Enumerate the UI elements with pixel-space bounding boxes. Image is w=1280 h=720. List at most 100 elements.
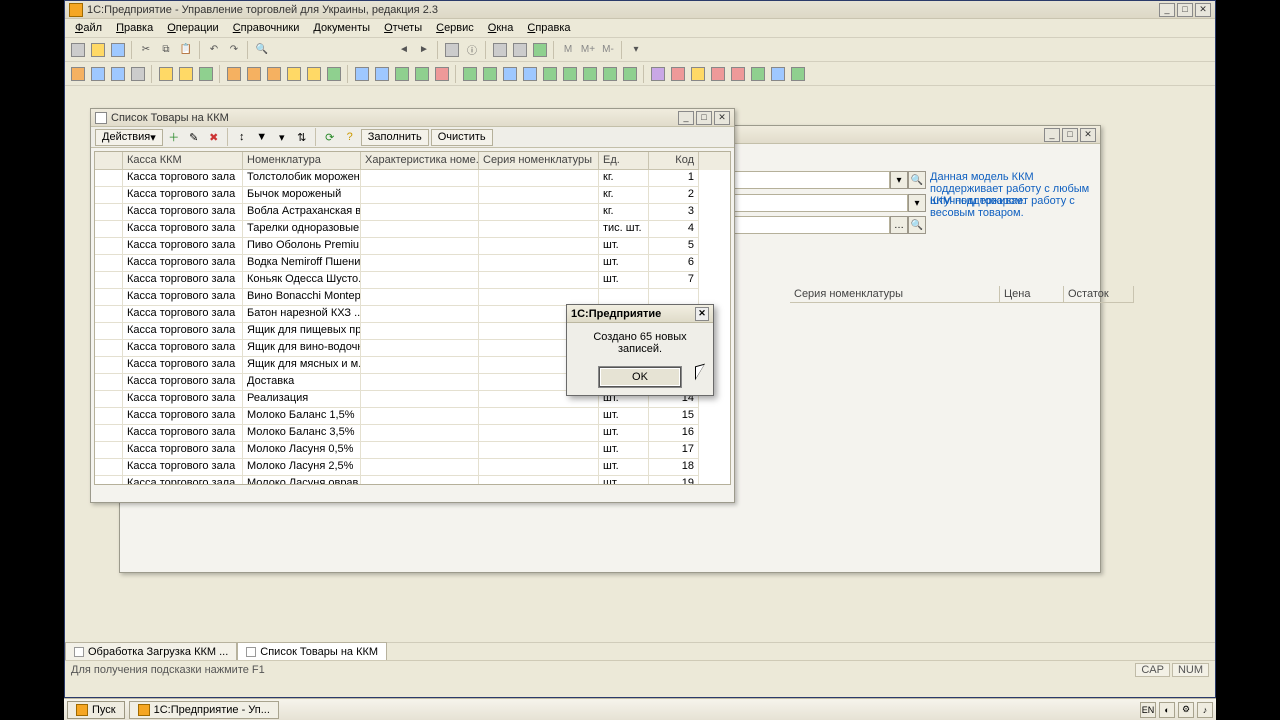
column-header[interactable] (95, 152, 123, 170)
tb2-icon[interactable] (177, 65, 195, 83)
table-row[interactable]: Касса торгового залаБычок мороженыйкг.2 (95, 187, 730, 204)
tb-dropdown-icon[interactable]: ▾ (627, 41, 645, 59)
table-row[interactable]: Касса торгового залаТолстолобик морожен.… (95, 170, 730, 187)
start-button[interactable]: Пуск (67, 701, 125, 719)
close-button[interactable]: ✕ (1195, 3, 1211, 17)
column-header[interactable]: Код (649, 152, 699, 170)
tb2-icon[interactable] (285, 65, 303, 83)
column-header[interactable]: Ед. (599, 152, 649, 170)
back-close-button[interactable]: ✕ (1080, 128, 1096, 142)
tray-icon[interactable]: ◐ (1159, 702, 1175, 718)
menu-item[interactable]: Операции (161, 21, 224, 35)
field-3-lookup[interactable]: 🔍 (908, 216, 926, 234)
table-row[interactable]: Касса торгового залаВобла Астраханская в… (95, 204, 730, 221)
menu-item[interactable]: Справочники (227, 21, 306, 35)
dialog-close-button[interactable]: ✕ (695, 307, 709, 321)
tb-icon[interactable] (491, 41, 509, 59)
field-2[interactable] (710, 194, 908, 212)
table-row[interactable]: Касса торгового залаКоньяк Одесса Шусто.… (95, 272, 730, 289)
field-3[interactable] (710, 216, 890, 234)
window-tab[interactable]: Список Товары на ККМ (237, 642, 387, 660)
menu-item[interactable]: Окна (482, 21, 520, 35)
table-row[interactable]: Касса торгового залаМолоко Ласуня 0,5%шт… (95, 442, 730, 459)
column-header[interactable]: Касса ККМ (123, 152, 243, 170)
open-icon[interactable] (89, 41, 107, 59)
column-header[interactable]: Номенклатура (243, 152, 361, 170)
tb2-icon[interactable] (265, 65, 283, 83)
list-minimize-button[interactable]: _ (678, 111, 694, 125)
tb2-icon[interactable] (541, 65, 559, 83)
window-tab[interactable]: Обработка Загрузка ККМ ... (65, 642, 237, 660)
model-lookup-button[interactable]: 🔍 (908, 171, 926, 189)
tray-icon[interactable]: ⚙ (1178, 702, 1194, 718)
lang-indicator[interactable]: EN (1140, 702, 1156, 718)
refresh-icon[interactable]: ⟳ (321, 129, 339, 146)
tb2-icon[interactable] (769, 65, 787, 83)
list-close-button[interactable]: ✕ (714, 111, 730, 125)
tb2-icon[interactable] (373, 65, 391, 83)
undo-icon[interactable]: ↶ (205, 41, 223, 59)
copy-icon[interactable]: ⧉ (157, 41, 175, 59)
tb2-icon[interactable] (129, 65, 147, 83)
col-h[interactable]: Цена (1000, 286, 1064, 303)
new-icon[interactable] (69, 41, 87, 59)
tb2-icon[interactable] (225, 65, 243, 83)
tray-icon[interactable]: ♪ (1197, 702, 1213, 718)
tb2-icon[interactable] (709, 65, 727, 83)
tb2-icon[interactable] (393, 65, 411, 83)
info-icon[interactable]: ⓘ (463, 41, 481, 59)
nav-back-icon[interactable]: ◄ (395, 41, 413, 59)
model-field[interactable] (710, 171, 890, 189)
table-row[interactable]: Касса торгового залаМолоко Ласуня овравш… (95, 476, 730, 484)
tb2-icon[interactable] (581, 65, 599, 83)
menu-item[interactable]: Сервис (430, 21, 480, 35)
menu-item[interactable]: Правка (110, 21, 159, 35)
tb-m[interactable]: M (559, 41, 577, 59)
move-up-icon[interactable]: ↕ (233, 129, 251, 146)
cut-icon[interactable]: ✂ (137, 41, 155, 59)
tb2-icon[interactable] (621, 65, 639, 83)
tb-mplus[interactable]: M+ (579, 41, 597, 59)
dialog-ok-button[interactable]: OK (599, 367, 681, 387)
tb2-icon[interactable] (353, 65, 371, 83)
save-icon[interactable] (109, 41, 127, 59)
tb2-icon[interactable] (501, 65, 519, 83)
clear-button[interactable]: Очистить (431, 129, 493, 146)
back-maximize-button[interactable]: □ (1062, 128, 1078, 142)
back-minimize-button[interactable]: _ (1044, 128, 1060, 142)
table-row[interactable]: Касса торгового залаТарелки одноразовыет… (95, 221, 730, 238)
menubar[interactable]: ФайлПравкаОперацииСправочникиДокументыОт… (65, 19, 1215, 38)
list-window-titlebar[interactable]: Список Товары на ККМ _ □ ✕ (91, 109, 734, 127)
tb2-icon[interactable] (109, 65, 127, 83)
tb-icon[interactable] (531, 41, 549, 59)
tb2-icon[interactable] (69, 65, 87, 83)
tb2-icon[interactable] (245, 65, 263, 83)
search-icon[interactable]: 🔍 (253, 41, 271, 59)
add-icon[interactable]: ＋ (165, 129, 183, 146)
tb2-icon[interactable] (561, 65, 579, 83)
filter2-icon[interactable]: ▾ (273, 129, 291, 146)
tb2-icon[interactable] (197, 65, 215, 83)
tb2-icon[interactable] (89, 65, 107, 83)
filter-icon[interactable]: ▼ (253, 129, 271, 146)
table-row[interactable]: Касса торгового залаПиво Оболонь Premiu.… (95, 238, 730, 255)
tb2-icon[interactable] (729, 65, 747, 83)
col-h[interactable]: Серия номенклатуры (790, 286, 1000, 303)
tb2-icon[interactable] (749, 65, 767, 83)
tb2-icon[interactable] (157, 65, 175, 83)
delete-icon[interactable]: ✖ (205, 129, 223, 146)
column-header[interactable]: Серия номенклатуры (479, 152, 599, 170)
menu-item[interactable]: Отчеты (378, 21, 428, 35)
tb-icon[interactable] (511, 41, 529, 59)
paste-icon[interactable]: 📋 (177, 41, 195, 59)
column-header[interactable]: Характеристика номе... (361, 152, 479, 170)
col-h[interactable]: Остаток (1064, 286, 1134, 303)
tb2-icon[interactable] (669, 65, 687, 83)
edit-icon[interactable]: ✎ (185, 129, 203, 146)
minimize-button[interactable]: _ (1159, 3, 1175, 17)
menu-item[interactable]: Справка (521, 21, 576, 35)
tb2-icon[interactable] (601, 65, 619, 83)
model-dropdown-button[interactable]: ▾ (890, 171, 908, 189)
table-row[interactable]: Касса торгового залаМолоко Баланс 1,5%шт… (95, 408, 730, 425)
fill-button[interactable]: Заполнить (361, 129, 429, 146)
